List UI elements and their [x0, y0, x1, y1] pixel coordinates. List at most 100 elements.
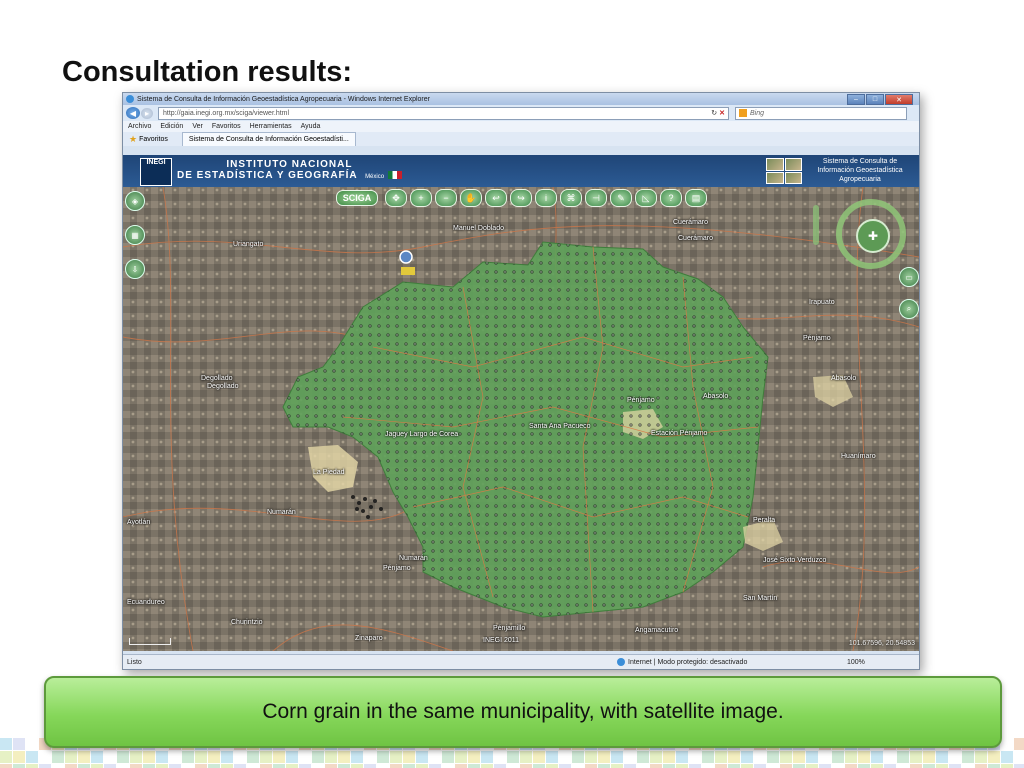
- mosaic-tile: [624, 764, 636, 768]
- mosaic-tile: [767, 751, 779, 763]
- navigation-compass[interactable]: ✚: [836, 199, 906, 269]
- menu-ayuda[interactable]: Ayuda: [301, 123, 321, 130]
- mosaic-tile: [494, 764, 506, 768]
- browser-tab[interactable]: Sistema de Consulta de Información Geoes…: [181, 132, 356, 146]
- stop-icon[interactable]: ✕: [719, 110, 725, 117]
- mosaic-tile: [962, 751, 974, 763]
- zoom-in-icon[interactable]: +: [410, 189, 432, 207]
- place-label: Santa Ana Pacueco: [529, 423, 591, 430]
- url-text: http://gaia.inegi.org.mx/sciga/viewer.ht…: [163, 109, 290, 117]
- mosaic-tile: [845, 764, 857, 768]
- security-zone[interactable]: Internet | Modo protegido: desactivado: [617, 658, 817, 666]
- app-header: INEGI INSTITUTO NACIONAL DE ESTADÍSTICA …: [123, 155, 919, 187]
- place-label: Cuerámaro: [678, 235, 714, 242]
- overview-icon[interactable]: ▭: [899, 267, 919, 287]
- caption-box: Corn grain in the same municipality, wit…: [44, 676, 1002, 748]
- mosaic-tile: [156, 764, 168, 768]
- favorites-bar: ★ Favoritos Sistema de Consulta de Infor…: [123, 132, 919, 146]
- mosaic-tile: [832, 751, 844, 763]
- mosaic-tile: [351, 751, 363, 763]
- mexico-flag-icon: [387, 171, 402, 180]
- zoom-level[interactable]: 100%: [847, 659, 865, 666]
- mosaic-tile: [195, 764, 207, 768]
- help-icon[interactable]: ?: [660, 189, 682, 207]
- place-label: Uriangato: [233, 241, 264, 248]
- mosaic-tile: [39, 764, 51, 768]
- mosaic-tile: [117, 751, 129, 763]
- mosaic-tile: [507, 751, 519, 763]
- place-label: Manuel Doblado: [453, 225, 504, 232]
- sciga-label: SCIGA: [336, 190, 378, 206]
- menu-edicion[interactable]: Edición: [160, 123, 183, 130]
- close-button[interactable]: ✕: [885, 94, 913, 105]
- legend-icon[interactable]: ▦: [125, 225, 145, 245]
- mosaic-tile: [871, 764, 883, 768]
- mosaic-tile: [949, 764, 961, 768]
- place-label: Pénjamo: [803, 335, 831, 342]
- logo-text: INEGI: [146, 159, 166, 166]
- back-button[interactable]: ◀: [126, 107, 140, 119]
- mosaic-tile: [845, 751, 857, 763]
- binoculars-icon[interactable]: ⌘: [560, 189, 582, 207]
- minimize-button[interactable]: –: [847, 94, 865, 105]
- menu-ver[interactable]: Ver: [192, 123, 203, 130]
- mosaic-tile: [13, 764, 25, 768]
- print-icon[interactable]: ▤: [685, 189, 707, 207]
- mosaic-tile: [598, 751, 610, 763]
- zoom-slider[interactable]: [813, 205, 819, 245]
- mosaic-tile: [910, 764, 922, 768]
- zoom-out-icon[interactable]: −: [435, 189, 457, 207]
- mosaic-tile: [143, 764, 155, 768]
- measure-icon[interactable]: ⊣: [585, 189, 607, 207]
- mosaic-tile: [26, 764, 38, 768]
- mosaic-tile: [286, 751, 298, 763]
- mosaic-tile: [598, 764, 610, 768]
- info-icon[interactable]: i: [535, 189, 557, 207]
- layers-icon[interactable]: ◈: [125, 191, 145, 211]
- pan-icon[interactable]: ✥: [385, 189, 407, 207]
- mosaic-tile: [338, 751, 350, 763]
- app-content: INEGI INSTITUTO NACIONAL DE ESTADÍSTICA …: [123, 155, 919, 651]
- mosaic-tile: [325, 751, 337, 763]
- mosaic-tile: [806, 751, 818, 763]
- place-label: Angamacutiro: [635, 627, 679, 634]
- export-icon[interactable]: ⇩: [125, 259, 145, 279]
- maximize-button[interactable]: □: [866, 94, 884, 105]
- institute-line1: INSTITUTO NACIONAL: [226, 159, 353, 170]
- forward-button[interactable]: ▸: [141, 107, 153, 119]
- mosaic-tile: [936, 764, 948, 768]
- mosaic-tile: [208, 764, 220, 768]
- mosaic-tile: [0, 738, 12, 750]
- mosaic-tile: [676, 764, 688, 768]
- place-label: Numarán: [267, 509, 296, 516]
- mosaic-tile: [663, 764, 675, 768]
- satellite-map: [123, 187, 919, 651]
- previous-view-icon[interactable]: ↩: [485, 189, 507, 207]
- mosaic-tile: [52, 751, 64, 763]
- menu-bar: Archivo Edición Ver Favoritos Herramient…: [123, 121, 919, 132]
- favorites-button[interactable]: Favoritos: [139, 136, 168, 143]
- menu-herramientas[interactable]: Herramientas: [250, 123, 292, 130]
- status-bar: Listo Internet | Modo protegido: desacti…: [123, 654, 919, 669]
- mosaic-tile: [611, 751, 623, 763]
- mosaic-tile: [273, 751, 285, 763]
- area-icon[interactable]: ◺: [635, 189, 657, 207]
- menu-archivo[interactable]: Archivo: [128, 123, 151, 130]
- search-input[interactable]: Bing: [735, 106, 907, 120]
- search-map-icon[interactable]: ⌕: [899, 299, 919, 319]
- mosaic-tile: [1001, 751, 1013, 763]
- refresh-icon[interactable]: ↻: [711, 110, 717, 117]
- mosaic-tile: [260, 764, 272, 768]
- mosaic-tile: [533, 764, 545, 768]
- mosaic-tile: [91, 751, 103, 763]
- compass-center-icon[interactable]: ✚: [856, 219, 890, 253]
- next-view-icon[interactable]: ↪: [510, 189, 532, 207]
- pencil-icon[interactable]: ✎: [610, 189, 632, 207]
- map-viewer[interactable]: SCIGA ✥ + − ✋ ↩ ↪ i ⌘ ⊣ ✎ ◺ ? ▤ ◈ ▦ ⇩ ▭ …: [123, 187, 919, 651]
- hand-icon[interactable]: ✋: [460, 189, 482, 207]
- mosaic-tile: [884, 764, 896, 768]
- menu-favoritos[interactable]: Favoritos: [212, 123, 241, 130]
- bing-icon: [739, 109, 747, 117]
- address-bar[interactable]: http://gaia.inegi.org.mx/sciga/viewer.ht…: [158, 106, 729, 120]
- mosaic-tile: [78, 764, 90, 768]
